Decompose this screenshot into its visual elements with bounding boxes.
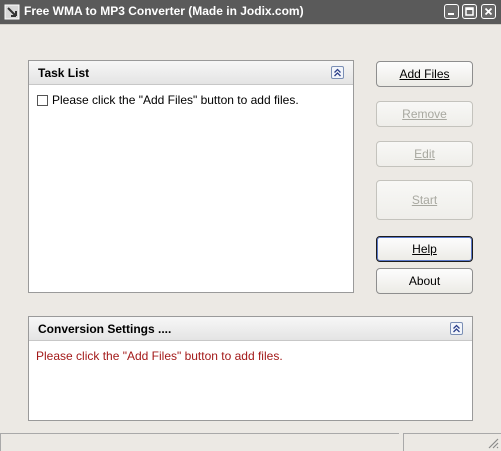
conversion-message: Please click the "Add Files" button to a… [36, 349, 283, 363]
conversion-settings-header: Conversion Settings .... [29, 317, 472, 341]
maximize-button[interactable] [462, 4, 477, 19]
close-button[interactable] [481, 4, 496, 19]
title-divider [0, 24, 501, 36]
window-title: Free WMA to MP3 Converter (Made in Jodix… [24, 4, 304, 18]
start-button[interactable]: Start [376, 180, 473, 220]
task-list-item[interactable]: Please click the "Add Files" button to a… [37, 93, 299, 107]
remove-label: Remove [402, 107, 447, 121]
conversion-settings-panel: Conversion Settings .... Please click th… [28, 316, 473, 421]
task-list-title: Task List [38, 66, 90, 80]
status-bar-panel [0, 433, 399, 451]
task-list-panel: Task List Please click the "Add Files" b… [28, 60, 354, 293]
edit-button[interactable]: Edit [376, 141, 473, 167]
help-label: Help [412, 242, 437, 256]
resize-grip-icon[interactable] [487, 437, 499, 449]
add-files-button[interactable]: Add Files [376, 61, 473, 87]
about-label: About [408, 274, 441, 288]
edit-label: Edit [414, 147, 435, 161]
status-bar-panel-right [403, 433, 501, 451]
task-item-label: Please click the "Add Files" button to a… [52, 93, 299, 107]
title-bar[interactable]: Free WMA to MP3 Converter (Made in Jodix… [0, 0, 501, 24]
collapse-conversion-settings-icon[interactable] [450, 322, 463, 335]
minimize-button[interactable] [444, 4, 459, 19]
remove-button[interactable]: Remove [376, 101, 473, 127]
collapse-task-list-icon[interactable] [331, 66, 344, 79]
task-checkbox[interactable] [37, 94, 48, 106]
conversion-settings-title: Conversion Settings .... [38, 322, 172, 336]
help-button[interactable]: Help [376, 236, 473, 262]
task-list-header: Task List [29, 61, 353, 85]
about-button[interactable]: About [376, 268, 473, 294]
app-icon[interactable] [4, 4, 20, 20]
add-files-label: Add Files [399, 67, 450, 81]
start-label: Start [411, 193, 438, 207]
